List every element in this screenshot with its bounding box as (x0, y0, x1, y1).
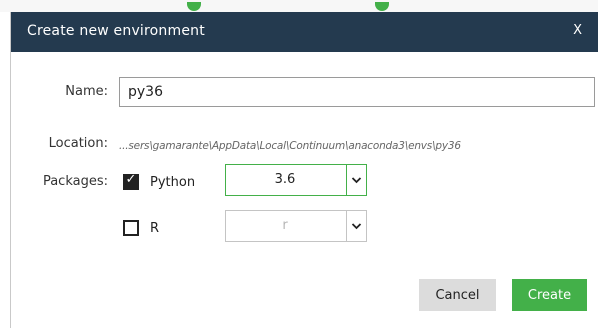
chevron-down-icon[interactable] (347, 165, 366, 195)
chevron-down-icon[interactable] (347, 211, 366, 241)
background-status-icon (375, 2, 389, 11)
cancel-button[interactable]: Cancel (419, 279, 496, 311)
python-label: Python (150, 175, 196, 190)
check-icon: ✓ (125, 172, 137, 187)
create-button[interactable]: Create (512, 279, 587, 311)
close-icon[interactable]: X (573, 23, 582, 38)
python-checkbox[interactable]: ✓ (123, 172, 139, 190)
dialog-titlebar: Create new environment X (11, 12, 598, 52)
dialog-title: Create new environment (27, 23, 205, 39)
packages-label: Packages: (42, 174, 108, 189)
r-version-value: r (282, 218, 288, 233)
location-label: Location: (48, 136, 108, 151)
python-version-value: 3.6 (274, 172, 296, 187)
r-checkbox[interactable] (123, 220, 139, 236)
create-environment-dialog: Create new environment X Name: Location:… (10, 12, 598, 328)
name-field[interactable] (119, 77, 595, 107)
background-status-icon (187, 2, 201, 11)
python-version-select[interactable]: 3.6 (225, 164, 367, 196)
background-toolbar-strip (0, 0, 598, 12)
r-version-select[interactable]: r (225, 210, 367, 242)
r-label: R (150, 221, 160, 236)
location-path: ...sers\gamarante\AppData\Local\Continuu… (119, 140, 461, 152)
name-label: Name: (65, 84, 108, 99)
